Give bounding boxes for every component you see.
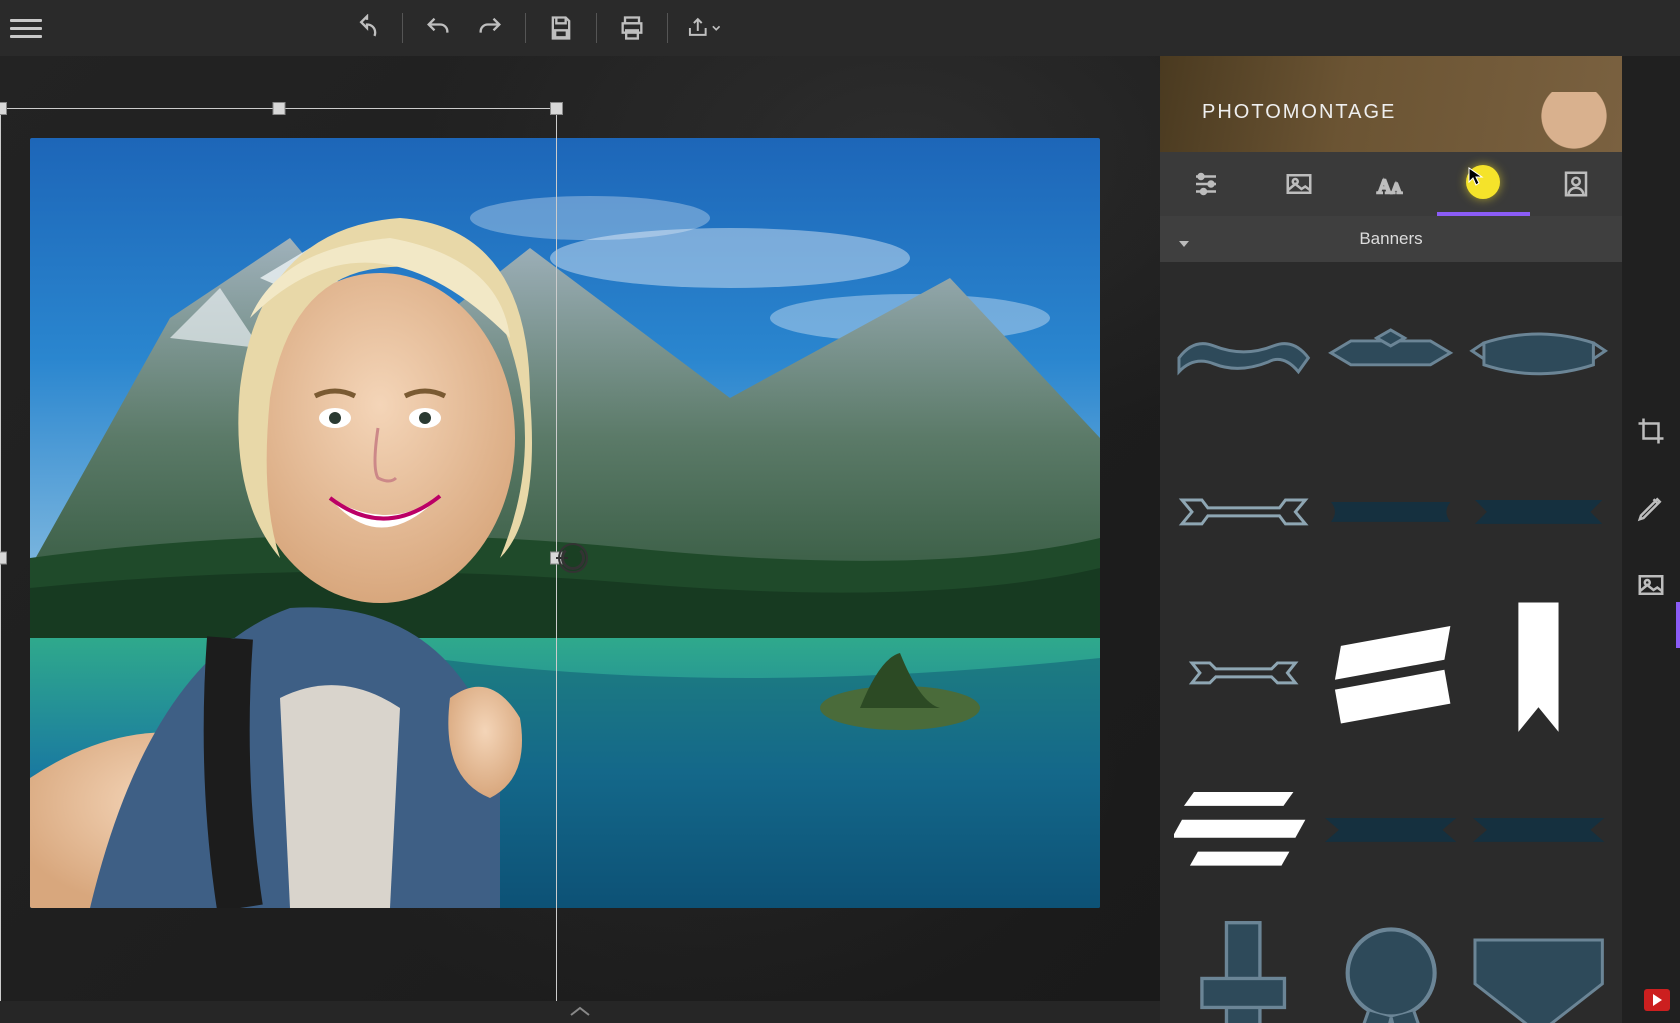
pencil-icon[interactable] — [1636, 493, 1666, 528]
top-toolbar — [0, 0, 1680, 56]
play-video-icon[interactable] — [1644, 989, 1670, 1011]
panel-header: PHOTOMONTAGE — [1160, 56, 1622, 152]
bottom-panel-toggle[interactable] — [0, 1001, 1160, 1023]
divider — [525, 13, 526, 43]
image-tool-icon[interactable] — [1636, 570, 1666, 605]
resize-handle-tm[interactable] — [272, 102, 285, 115]
save-icon[interactable] — [544, 11, 578, 45]
divider — [596, 13, 597, 43]
hamburger-menu-button[interactable] — [10, 12, 42, 44]
banner-ribbon-small[interactable] — [1174, 598, 1313, 743]
tab-text[interactable]: AA — [1345, 152, 1437, 216]
svg-text:A: A — [1377, 176, 1392, 198]
rotate-handle[interactable] — [558, 543, 588, 573]
section-header[interactable]: Banners — [1160, 216, 1622, 262]
hand-decor — [1502, 92, 1622, 152]
selection-bounds[interactable] — [0, 108, 557, 1008]
crop-icon[interactable] — [1636, 416, 1666, 451]
banner-ribbon-scroll[interactable] — [1469, 280, 1608, 425]
right-panel: PHOTOMONTAGE AA — [1160, 56, 1680, 1023]
banner-ribbon-stacked[interactable] — [1174, 757, 1313, 902]
banner-ribbon-cut-outline[interactable] — [1174, 439, 1313, 584]
redo-icon[interactable] — [473, 11, 507, 45]
banner-badge-bar[interactable] — [1174, 916, 1313, 1023]
resize-handle-ml[interactable] — [0, 552, 7, 565]
print-icon[interactable] — [615, 11, 649, 45]
resize-handle-tl[interactable] — [0, 102, 7, 115]
svg-text:A: A — [1391, 181, 1402, 197]
banner-ribbon-wave[interactable] — [1174, 280, 1313, 425]
tab-image[interactable] — [1252, 152, 1344, 216]
share-icon[interactable] — [686, 11, 720, 45]
panel-title: PHOTOMONTAGE — [1202, 101, 1396, 124]
banner-bookmark[interactable] — [1469, 598, 1608, 743]
toolstrip-active-indicator — [1676, 602, 1680, 648]
resize-handle-tr[interactable] — [550, 102, 563, 115]
undo-icon[interactable] — [421, 11, 455, 45]
tab-portrait[interactable] — [1530, 152, 1622, 216]
divider — [402, 13, 403, 43]
divider — [667, 13, 668, 43]
section-title: Banners — [1359, 229, 1422, 249]
tab-adjust[interactable] — [1160, 152, 1252, 216]
right-toolstrip — [1622, 56, 1680, 1023]
banner-ribbon-wide-alt[interactable] — [1469, 757, 1608, 902]
banner-ribbon-wide[interactable] — [1321, 757, 1460, 902]
panel-tabs: AA — [1160, 152, 1622, 216]
canvas-area[interactable] — [0, 56, 1160, 1023]
banner-gallery — [1160, 262, 1622, 1023]
tab-shapes[interactable] — [1437, 152, 1529, 216]
banner-flag-pennant[interactable] — [1469, 916, 1608, 1023]
undo-all-icon[interactable] — [350, 11, 384, 45]
banner-badge-medal[interactable] — [1321, 916, 1460, 1023]
banner-ribbon-flat-dark[interactable] — [1321, 439, 1460, 584]
collapse-triangle-icon — [1179, 241, 1189, 247]
banner-ribbon-double-slant[interactable] — [1321, 598, 1460, 743]
banner-ribbon-diamond[interactable] — [1321, 280, 1460, 425]
banner-ribbon-flat-solid[interactable] — [1469, 439, 1608, 584]
